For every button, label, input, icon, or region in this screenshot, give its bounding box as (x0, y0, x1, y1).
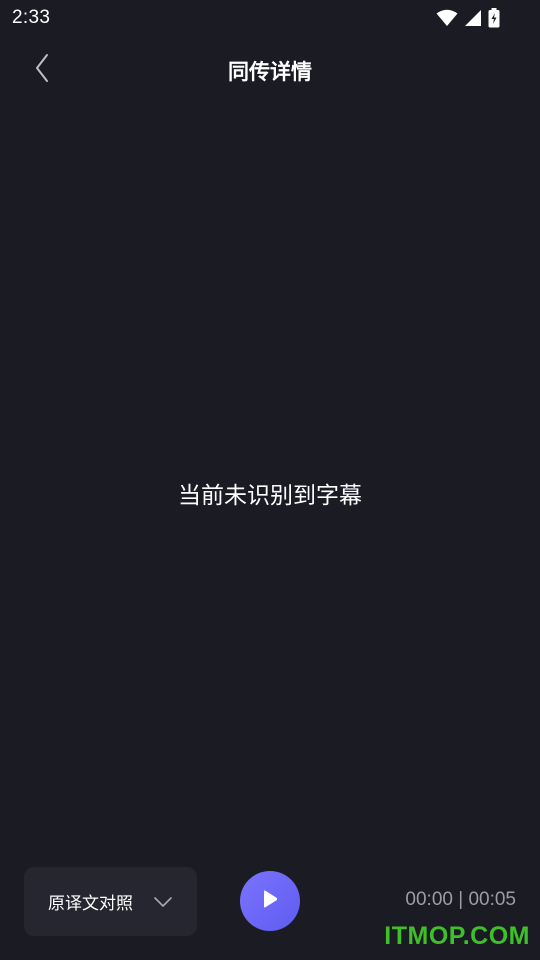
translation-mode-select[interactable]: 原译文对照 (24, 867, 197, 936)
page-title: 同传详情 (228, 60, 312, 84)
screen: 2:33 同传详情 当前未识别到字幕 原译文对照 00:00 | 00:05 I… (0, 0, 540, 960)
cellular-signal-icon (464, 9, 482, 27)
play-icon (262, 890, 278, 912)
header: 同传详情 (0, 44, 540, 96)
status-icons (436, 7, 500, 29)
wifi-icon (436, 9, 458, 27)
playback-time: 00:00 | 00:05 (405, 889, 516, 910)
play-button[interactable] (240, 871, 300, 931)
mode-select-label: 原译文对照 (48, 894, 133, 914)
chevron-down-icon (154, 893, 172, 912)
empty-subtitle-message: 当前未识别到字幕 (178, 483, 362, 509)
status-time: 2:33 (12, 7, 51, 28)
status-bar: 2:33 (0, 0, 540, 36)
watermark-logo: ITMOP.COM (384, 922, 530, 950)
battery-charging-icon (488, 8, 500, 28)
